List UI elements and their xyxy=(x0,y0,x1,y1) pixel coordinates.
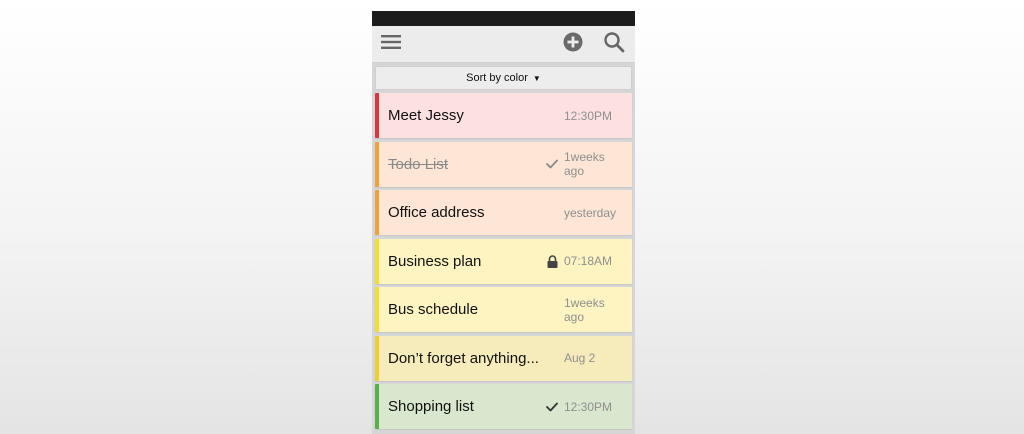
dropdown-arrow-icon: ▼ xyxy=(532,73,541,83)
hamburger-menu-icon xyxy=(381,34,401,55)
plus-circle-icon xyxy=(563,32,583,57)
search-icon xyxy=(603,31,625,58)
sort-dropdown[interactable]: Sort by color ▼ xyxy=(375,66,632,90)
add-note-button[interactable] xyxy=(560,26,586,62)
phone-screen: Sort by color ▼ Meet Jessy 12:30PM Todo Li… xyxy=(372,11,635,434)
note-title: Meet Jessy xyxy=(388,107,464,124)
note-item[interactable]: Shopping list 12:30PM xyxy=(375,384,632,429)
note-timestamp: yesterday xyxy=(564,205,617,220)
note-title: Todo List xyxy=(388,155,449,173)
note-timestamp: 1weeks ago xyxy=(564,150,605,178)
checkmark-icon xyxy=(545,142,559,187)
note-item[interactable]: Business plan 07:18AM xyxy=(375,238,632,284)
note-item[interactable]: Bus schedule 1weeks ago xyxy=(375,287,632,332)
note-title: Don’t forget anything... xyxy=(388,349,539,367)
note-timestamp: 07:18AM xyxy=(564,254,613,268)
note-list: Meet Jessy 12:30PM Todo List 1weeks ago Offi… xyxy=(375,93,632,429)
menu-button[interactable] xyxy=(378,26,404,62)
note-item[interactable]: Don’t forget anything... Aug 2 xyxy=(375,335,632,381)
checkmark-icon xyxy=(545,384,559,429)
note-title: Office address xyxy=(388,204,485,221)
note-timestamp: 12:30PM xyxy=(564,108,613,123)
status-bar xyxy=(372,11,635,26)
note-item[interactable]: Todo List 1weeks ago xyxy=(375,141,632,187)
note-title: Business plan xyxy=(388,252,482,270)
note-title: Shopping list xyxy=(388,398,474,415)
note-timestamp: 12:30PM xyxy=(564,399,613,414)
search-button[interactable] xyxy=(600,26,628,62)
note-title: Bus schedule xyxy=(388,301,479,318)
lock-icon xyxy=(545,239,559,284)
note-timestamp: Aug 2 xyxy=(564,351,596,365)
note-item[interactable]: Office address yesterday xyxy=(375,190,632,235)
note-item[interactable]: Meet Jessy 12:30PM xyxy=(375,93,632,138)
sort-label: Sort by color xyxy=(466,72,528,84)
note-timestamp: 1weeks ago xyxy=(564,295,605,324)
toolbar xyxy=(372,26,635,63)
